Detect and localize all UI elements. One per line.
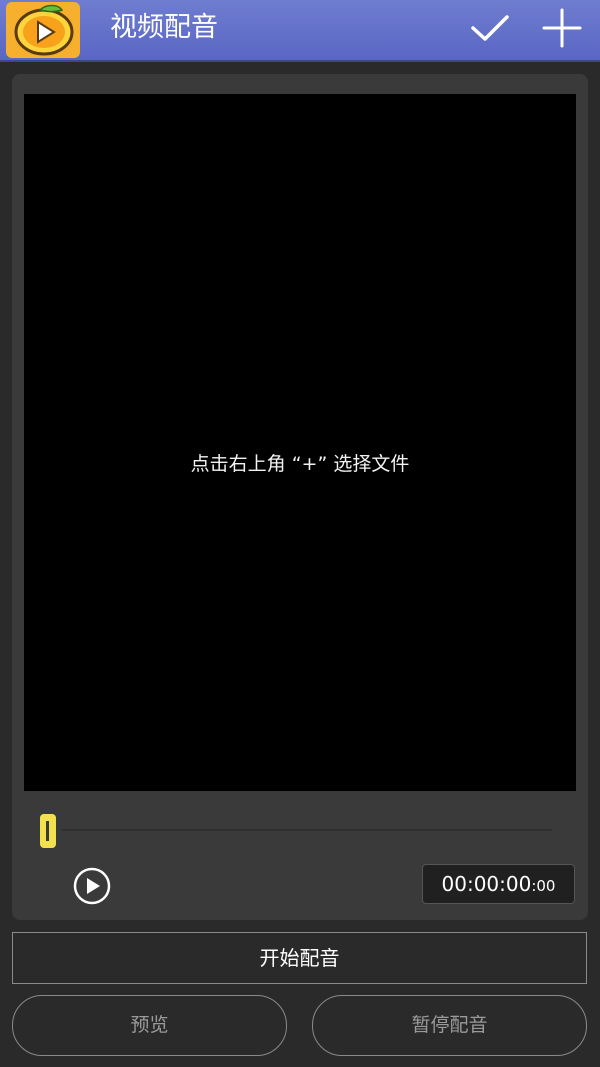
add-file-button[interactable] bbox=[540, 6, 584, 50]
plus-icon bbox=[542, 8, 582, 48]
timecode-main: 00:00:00 bbox=[441, 872, 532, 896]
select-file-hint: 点击右上角 “+” 选择文件 bbox=[190, 453, 410, 475]
play-icon bbox=[73, 867, 111, 905]
progress-track[interactable] bbox=[62, 829, 552, 831]
video-preview[interactable]: 点击右上角 “+” 选择文件 bbox=[24, 94, 576, 791]
preview-button[interactable]: 预览 bbox=[12, 995, 287, 1056]
start-dubbing-button[interactable]: 开始配音 bbox=[12, 932, 587, 984]
timecode-ms: 00 bbox=[536, 877, 556, 895]
progress-thumb[interactable] bbox=[40, 814, 56, 848]
timecode-display: 00:00:00:00 bbox=[422, 864, 575, 904]
confirm-button[interactable] bbox=[468, 8, 512, 48]
check-icon bbox=[471, 15, 509, 41]
play-button[interactable] bbox=[72, 866, 112, 906]
page-title: 视频配音 bbox=[110, 12, 218, 43]
mango-play-logo-icon bbox=[6, 2, 80, 58]
app-header: 视频配音 bbox=[0, 0, 600, 62]
pause-dubbing-button[interactable]: 暂停配音 bbox=[312, 995, 587, 1056]
player-panel: 点击右上角 “+” 选择文件 00:00:00:00 bbox=[12, 74, 588, 920]
